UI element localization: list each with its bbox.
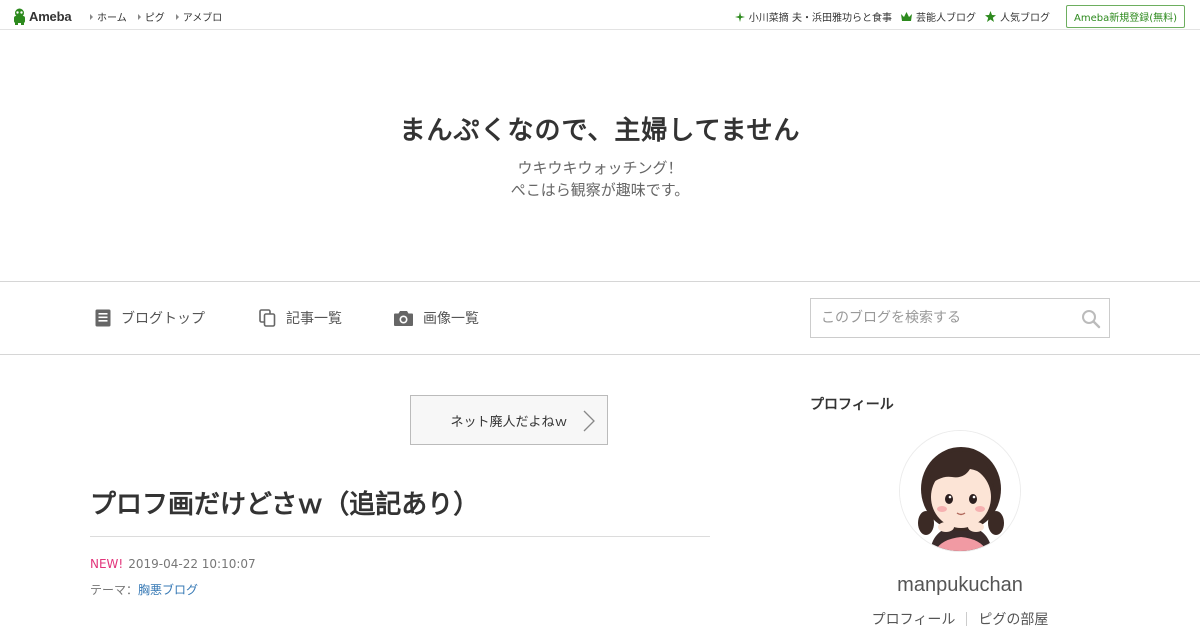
nav-blog-top-label: ブログトップ	[121, 311, 205, 327]
blog-title[interactable]: まんぷくなので、主婦してません	[0, 110, 1200, 147]
nav-image-list[interactable]: 画像一覧	[394, 308, 479, 328]
nav-image-list-label: 画像一覧	[423, 311, 479, 327]
profile-link[interactable]: プロフィール	[872, 609, 956, 629]
entry-theme-link[interactable]: 胸悪ブログ	[138, 583, 198, 597]
global-nav: ホーム ピグ アメブロ	[90, 9, 222, 24]
entry-meta: NEW! 2019-04-22 10:10:07	[90, 557, 256, 571]
popular-blog-label: 人気ブログ	[999, 13, 1050, 24]
search-icon[interactable]	[1081, 309, 1101, 329]
copy-icon	[259, 309, 276, 327]
blog-description: ウキウキウォッチング！ ぺこはら観察が趣味です。	[0, 157, 1200, 201]
blog-description-line-1: ウキウキウォッチング！	[517, 159, 683, 177]
blog-search	[810, 298, 1110, 338]
trending-topic-link[interactable]: 小川菜摘 夫・浜田雅功らと食事	[734, 9, 892, 24]
blog-description-line-2: ぺこはら観察が趣味です。	[510, 181, 690, 199]
link-separator	[966, 612, 968, 626]
sparkle-icon	[734, 11, 745, 22]
logo-text: Ameba	[29, 8, 72, 24]
global-nav-home[interactable]: ホーム	[90, 9, 127, 24]
entry-title[interactable]: プロフ画だけどさｗ（追記あり）	[90, 484, 479, 521]
popular-blog-link[interactable]: 人気ブログ	[984, 9, 1050, 24]
entry-title-divider	[90, 536, 710, 537]
global-header: Ameba ホーム ピグ アメブロ 小川菜摘 夫・浜田雅功らと食事 芸能人ブログ…	[0, 0, 1200, 30]
global-nav-ameblo[interactable]: アメブロ	[176, 9, 223, 24]
signup-button[interactable]: Ameba新規登録(無料)	[1065, 5, 1185, 28]
star-icon	[984, 11, 996, 22]
nav-entry-list-label: 記事一覧	[286, 311, 342, 327]
global-links: 小川菜摘 夫・浜田雅功らと食事 芸能人ブログ 人気ブログ Ameba新規登録(無…	[734, 5, 1185, 28]
blog-nav: ブログトップ 記事一覧 画像一覧	[0, 281, 1200, 355]
nav-entry-list[interactable]: 記事一覧	[259, 308, 342, 328]
pigg-room-link[interactable]: ピグの部屋	[978, 609, 1048, 629]
crown-icon	[900, 12, 912, 21]
celebrity-blog-label: 芸能人ブログ	[915, 13, 976, 24]
new-badge: NEW!	[90, 557, 124, 571]
ameba-logo[interactable]: Ameba	[12, 6, 72, 26]
profile-username[interactable]: manpukuchan	[810, 574, 1110, 597]
chevron-right-icon	[583, 410, 595, 432]
blog-search-input[interactable]	[811, 299, 1071, 337]
global-nav-pigg[interactable]: ピグ	[138, 9, 165, 24]
trending-topic-label: 小川菜摘 夫・浜田雅功らと食事	[748, 13, 892, 24]
profile-links: プロフィール ピグの部屋	[810, 609, 1110, 629]
entry-datetime: 2019-04-22 10:10:07	[128, 557, 256, 571]
entry-theme: テーマ：胸悪ブログ	[90, 581, 198, 598]
theme-button[interactable]: ネット廃人だよねｗ	[410, 395, 608, 445]
ameba-mascot-icon	[14, 8, 25, 25]
document-icon	[95, 309, 111, 327]
avatar-illustration	[900, 431, 1020, 551]
camera-icon	[394, 311, 413, 326]
nav-blog-top[interactable]: ブログトップ	[95, 308, 205, 328]
entry-theme-label: テーマ：	[90, 583, 139, 597]
profile-heading: プロフィール	[810, 397, 894, 413]
avatar[interactable]	[899, 430, 1021, 552]
celebrity-blog-link[interactable]: 芸能人ブログ	[900, 9, 976, 24]
theme-button-label: ネット廃人だよねｗ	[450, 414, 568, 430]
